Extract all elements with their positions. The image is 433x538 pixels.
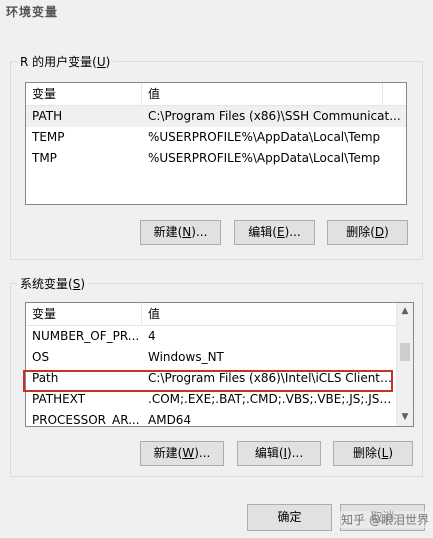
column-header-variable[interactable]: 变量 — [26, 303, 141, 325]
user-variables-label: R 的用户变量(U) — [17, 53, 114, 70]
table-row[interactable]: PROCESSOR_AR... AMD64 — [26, 410, 396, 427]
user-delete-button[interactable]: 删除(D) — [327, 220, 408, 245]
user-new-button[interactable]: 新建(N)... — [140, 220, 221, 245]
table-row[interactable]: OS Windows_NT — [26, 347, 396, 368]
variable-value: AMD64 — [148, 413, 192, 427]
system-new-button[interactable]: 新建(W)... — [140, 441, 224, 466]
table-row[interactable]: NUMBER_OF_PR... 4 — [26, 326, 396, 347]
table-row[interactable]: PATHEXT .COM;.EXE;.BAT;.CMD;.VBS;.VBE;.J… — [26, 389, 396, 410]
variable-name: OS — [32, 350, 50, 364]
window-title: 环境变量 — [6, 5, 59, 19]
environment-variables-dialog: 环境变量 R 的用户变量(U) 变量 值 PATH C:\Program Fil… — [0, 0, 433, 538]
variable-value: %USERPROFILE%\AppData\Local\Temp — [148, 130, 381, 144]
variable-name: Path — [32, 371, 59, 385]
variable-value: Windows_NT — [148, 350, 224, 364]
table-row[interactable]: PATH C:\Program Files (x86)\SSH Communic… — [26, 106, 406, 127]
system-edit-button[interactable]: 编辑(I)... — [237, 441, 321, 466]
watermark: 知乎 @眼泪世界 — [337, 511, 433, 528]
variable-value: 4 — [148, 329, 156, 343]
variable-name: TEMP — [32, 130, 65, 144]
list-header: 变量 值 — [26, 83, 406, 106]
variable-value: C:\Program Files (x86)\SSH Communicat... — [148, 109, 401, 123]
variable-name: NUMBER_OF_PR... — [32, 329, 140, 343]
column-header-value[interactable]: 值 — [142, 83, 382, 105]
variable-value: .COM;.EXE;.BAT;.CMD;.VBS;.VBE;.JS;.JSE;.… — [148, 392, 396, 406]
scroll-up-icon[interactable]: ▲ — [397, 303, 413, 320]
ok-button[interactable]: 确定 — [247, 504, 332, 531]
list-header: 变量 值 — [26, 303, 396, 326]
user-variables-list[interactable]: 变量 值 PATH C:\Program Files (x86)\SSH Com… — [25, 82, 407, 205]
table-row-path[interactable]: Path C:\Program Files (x86)\Intel\iCLS C… — [26, 368, 396, 389]
scrollbar-thumb[interactable] — [400, 343, 410, 361]
system-variables-label: 系统变量(S) — [17, 275, 88, 292]
system-variables-list[interactable]: 变量 值 NUMBER_OF_PR... 4 OS Windows_NT Pat… — [25, 302, 414, 427]
variable-name: PROCESSOR_AR... — [32, 413, 140, 427]
table-row[interactable]: TEMP %USERPROFILE%\AppData\Local\Temp — [26, 127, 406, 148]
variable-value: C:\Program Files (x86)\Intel\iCLS Client… — [148, 371, 396, 385]
variable-name: PATHEXT — [32, 392, 86, 406]
system-variables-group: 系统变量(S) 变量 值 NUMBER_OF_PR... 4 OS Window… — [10, 275, 423, 477]
variable-name: TMP — [32, 151, 57, 165]
table-row[interactable]: TMP %USERPROFILE%\AppData\Local\Temp — [26, 148, 406, 169]
user-variables-group: R 的用户变量(U) 变量 值 PATH C:\Program Files (x… — [10, 53, 423, 260]
variable-value: %USERPROFILE%\AppData\Local\Temp — [148, 151, 381, 165]
column-header-variable[interactable]: 变量 — [26, 83, 141, 105]
system-delete-button[interactable]: 删除(L) — [333, 441, 413, 466]
scroll-down-icon[interactable]: ▼ — [397, 409, 413, 426]
column-header-value[interactable]: 值 — [142, 303, 382, 325]
variable-name: PATH — [32, 109, 63, 123]
vertical-scrollbar[interactable]: ▲ ▼ — [396, 303, 413, 426]
user-edit-button[interactable]: 编辑(E)... — [234, 220, 315, 245]
